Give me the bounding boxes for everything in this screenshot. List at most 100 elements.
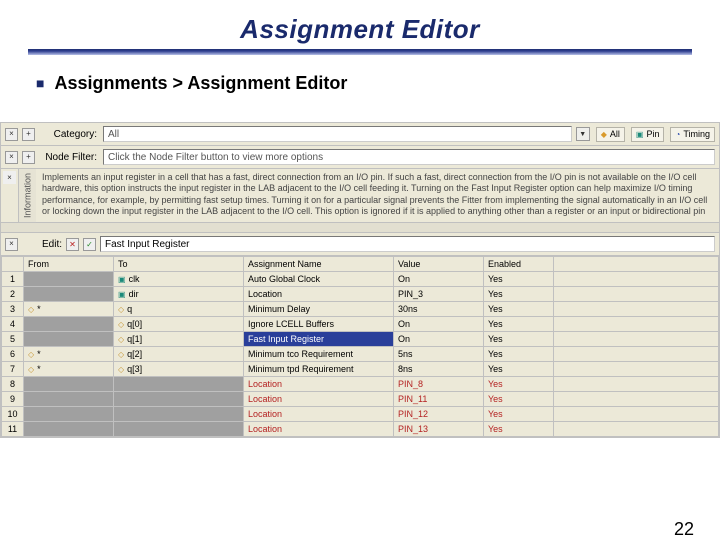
cell-from[interactable] (24, 377, 114, 392)
cell-to[interactable] (114, 377, 244, 392)
information-tab[interactable]: Information (18, 169, 36, 222)
row-number[interactable]: 1 (2, 272, 24, 287)
cell-assignment-name[interactable]: Location (244, 287, 394, 302)
table-row[interactable]: 2 ▣ dirLocationPIN_3Yes (2, 287, 719, 302)
cell-assignment-name[interactable]: Location (244, 422, 394, 437)
table-row[interactable]: 4 ◇ q[0]Ignore LCELL BuffersOnYes (2, 317, 719, 332)
row-number[interactable]: 5 (2, 332, 24, 347)
table-row[interactable]: 8 LocationPIN_8Yes (2, 377, 719, 392)
cell-enabled[interactable]: Yes (484, 422, 554, 437)
row-number[interactable]: 4 (2, 317, 24, 332)
cell-from[interactable] (24, 317, 114, 332)
col-assignment-name[interactable]: Assignment Name (244, 257, 394, 272)
row-number[interactable]: 11 (2, 422, 24, 437)
row-number[interactable]: 10 (2, 407, 24, 422)
cell-to[interactable]: ◇ q[3] (114, 362, 244, 377)
cell-enabled[interactable]: Yes (484, 392, 554, 407)
cell-to[interactable]: ▣ clk (114, 272, 244, 287)
table-row[interactable]: 10 LocationPIN_12Yes (2, 407, 719, 422)
cell-value[interactable]: PIN_12 (394, 407, 484, 422)
cell-value[interactable]: On (394, 317, 484, 332)
cell-enabled[interactable]: Yes (484, 377, 554, 392)
cancel-edit-icon[interactable]: ✕ (66, 238, 79, 251)
cell-assignment-name[interactable]: Location (244, 407, 394, 422)
cell-to[interactable]: ◇ q[0] (114, 317, 244, 332)
cell-value[interactable]: 30ns (394, 302, 484, 317)
cell-value[interactable]: PIN_11 (394, 392, 484, 407)
cell-assignment-name[interactable]: Location (244, 377, 394, 392)
row-number[interactable]: 8 (2, 377, 24, 392)
cell-assignment-name[interactable]: Fast Input Register (244, 332, 394, 347)
cell-to[interactable]: ◇ q (114, 302, 244, 317)
apply-edit-icon[interactable]: ✓ (83, 238, 96, 251)
close-panel-icon[interactable]: × (5, 128, 18, 141)
cell-from[interactable] (24, 287, 114, 302)
cell-value[interactable]: PIN_13 (394, 422, 484, 437)
cell-enabled[interactable]: Yes (484, 347, 554, 362)
close-info-icon[interactable]: × (3, 171, 16, 184)
row-number[interactable]: 2 (2, 287, 24, 302)
close-panel-icon[interactable]: × (5, 151, 18, 164)
row-number[interactable]: 9 (2, 392, 24, 407)
cell-assignment-name[interactable]: Location (244, 392, 394, 407)
cell-from[interactable]: ◇ * (24, 302, 114, 317)
cell-from[interactable] (24, 272, 114, 287)
table-row[interactable]: 9 LocationPIN_11Yes (2, 392, 719, 407)
edit-field[interactable]: Fast Input Register (100, 236, 715, 252)
chip-all[interactable]: ◆All (596, 127, 625, 142)
cell-from[interactable]: ◇ * (24, 347, 114, 362)
cell-from[interactable]: ◇ * (24, 362, 114, 377)
cell-enabled[interactable]: Yes (484, 332, 554, 347)
cell-value[interactable]: On (394, 272, 484, 287)
row-number[interactable]: 3 (2, 302, 24, 317)
cell-value[interactable]: 8ns (394, 362, 484, 377)
cell-to[interactable]: ◇ q[2] (114, 347, 244, 362)
table-row[interactable]: 1 ▣ clkAuto Global ClockOnYes (2, 272, 719, 287)
cell-assignment-name[interactable]: Ignore LCELL Buffers (244, 317, 394, 332)
cell-enabled[interactable]: Yes (484, 362, 554, 377)
cell-value[interactable]: PIN_8 (394, 377, 484, 392)
chip-timing[interactable]: ◔Timing (670, 127, 715, 142)
cell-value[interactable]: 5ns (394, 347, 484, 362)
cell-enabled[interactable]: Yes (484, 287, 554, 302)
cell-value[interactable]: PIN_3 (394, 287, 484, 302)
cell-to[interactable]: ◇ q[1] (114, 332, 244, 347)
cell-enabled[interactable]: Yes (484, 317, 554, 332)
cell-assignment-name[interactable]: Minimum Delay (244, 302, 394, 317)
cell-to[interactable] (114, 392, 244, 407)
cell-assignment-name[interactable]: Auto Global Clock (244, 272, 394, 287)
col-from[interactable]: From (24, 257, 114, 272)
cell-enabled[interactable]: Yes (484, 407, 554, 422)
row-number[interactable]: 7 (2, 362, 24, 377)
cell-from[interactable] (24, 392, 114, 407)
node-filter-field[interactable]: Click the Node Filter button to view mor… (103, 149, 715, 165)
cell-from[interactable] (24, 422, 114, 437)
cell-enabled[interactable]: Yes (484, 272, 554, 287)
cell-from[interactable] (24, 332, 114, 347)
cell-blank (554, 422, 719, 437)
table-row[interactable]: 3◇ *◇ qMinimum Delay30nsYes (2, 302, 719, 317)
col-to[interactable]: To (114, 257, 244, 272)
chip-pin-label: Pin (646, 129, 659, 139)
cell-enabled[interactable]: Yes (484, 302, 554, 317)
expand-icon[interactable]: + (22, 128, 35, 141)
table-row[interactable]: 5 ◇ q[1]Fast Input RegisterOnYes (2, 332, 719, 347)
category-field[interactable]: All (103, 126, 572, 142)
cell-from[interactable] (24, 407, 114, 422)
cell-to[interactable] (114, 407, 244, 422)
expand-icon[interactable]: + (22, 151, 35, 164)
table-row[interactable]: 11 LocationPIN_13Yes (2, 422, 719, 437)
category-dropdown-icon[interactable]: ▼ (576, 127, 590, 141)
cell-to[interactable]: ▣ dir (114, 287, 244, 302)
col-enabled[interactable]: Enabled (484, 257, 554, 272)
row-number[interactable]: 6 (2, 347, 24, 362)
cell-assignment-name[interactable]: Minimum tco Requirement (244, 347, 394, 362)
table-row[interactable]: 7◇ *◇ q[3]Minimum tpd Requirement8nsYes (2, 362, 719, 377)
cell-value[interactable]: On (394, 332, 484, 347)
cell-to[interactable] (114, 422, 244, 437)
col-value[interactable]: Value (394, 257, 484, 272)
table-row[interactable]: 6◇ *◇ q[2]Minimum tco Requirement5nsYes (2, 347, 719, 362)
cell-assignment-name[interactable]: Minimum tpd Requirement (244, 362, 394, 377)
close-edit-icon[interactable]: × (5, 238, 18, 251)
chip-pin[interactable]: ▣Pin (631, 127, 665, 142)
